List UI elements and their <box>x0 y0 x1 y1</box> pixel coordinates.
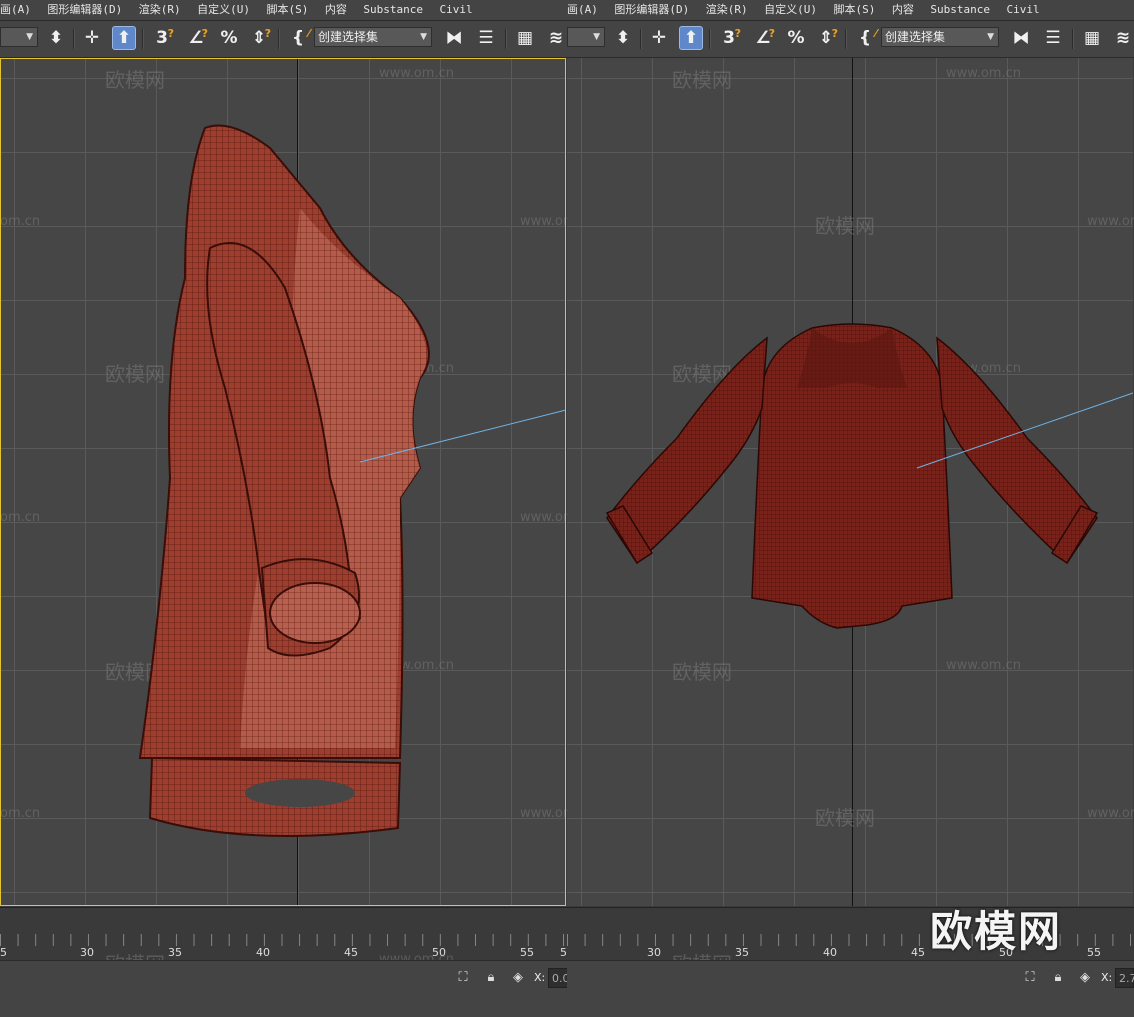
menu-item-rendering[interactable]: 渲染(R) <box>139 0 181 20</box>
select-object-icon[interactable]: ⬆ <box>112 26 136 50</box>
menu-item-substance[interactable]: Substance <box>930 0 990 20</box>
tick-label: 45 <box>344 946 358 959</box>
main-toolbar: ▼ ⬍ ✛ ⬆ 3? ∠? % ⇕? {⁄ 创建选择集 ▼ ⧓ ☰ ▦ ≋ <box>0 21 567 58</box>
named-selection-placeholder: 创建选择集 <box>885 30 946 44</box>
menu-bar: 画(A) 图形编辑器(D) 渲染(R) 自定义(U) 脚本(S) 内容 Subs… <box>567 0 1134 21</box>
menu-item-civil[interactable]: Civil <box>439 0 472 20</box>
menu-item-rendering[interactable]: 渲染(R) <box>706 0 748 20</box>
mirror-icon[interactable]: ⧓ <box>442 26 466 50</box>
viewport-left[interactable]: 欧模网 www.om.cn om.cn www.om.cn 欧模网 www.om… <box>0 58 567 906</box>
absolute-mode-icon[interactable]: ◈ <box>510 970 526 986</box>
menu-item-substance[interactable]: Substance <box>363 0 423 20</box>
snap-3-label: 3 <box>156 28 168 48</box>
menu-item-animation[interactable]: 画(A) <box>567 0 598 20</box>
edit-named-selection-icon[interactable]: {⁄ <box>853 26 877 50</box>
layers-icon[interactable]: ≋ <box>544 26 567 50</box>
menu-item-graph-editors[interactable]: 图形编辑器(D) <box>47 0 122 20</box>
time-ruler[interactable] <box>0 934 567 946</box>
edit-named-selection-icon[interactable]: {⁄ <box>286 26 310 50</box>
select-and-link-icon[interactable]: ⬍ <box>44 26 68 50</box>
menu-item-civil[interactable]: Civil <box>1006 0 1039 20</box>
tick-label: 5 <box>0 946 7 959</box>
menu-item-scripting[interactable]: 脚本(S) <box>267 0 309 20</box>
status-bar: ⛶ 🔒︎ ◈ X: 2.7 <box>567 960 1134 1017</box>
time-slider[interactable]: 5 30 35 40 45 50 55 5 欧模网 www.om.cn <box>0 907 567 976</box>
tick-label: 30 <box>80 946 94 959</box>
select-object-icon[interactable]: ⬆ <box>679 26 703 50</box>
percent-label: % <box>220 28 238 48</box>
snap-toggle-3d-icon[interactable]: 3? <box>717 26 741 50</box>
main-toolbar: ▼ ⬍ ✛ ⬆ 3? ∠? % ⇕? {⁄ 创建选择集 ▼ ⧓ ☰ ▦ ≋ <box>567 21 1134 58</box>
chevron-down-icon: ▼ <box>420 32 427 42</box>
x-coordinate-field[interactable]: 2.7 <box>1115 968 1134 988</box>
layer-explorer-icon[interactable]: ▦ <box>513 26 537 50</box>
menu-item-customize[interactable]: 自定义(U) <box>197 0 250 20</box>
align-icon[interactable]: ☰ <box>1041 26 1065 50</box>
selection-filter-dropdown[interactable]: ▼ <box>0 27 38 47</box>
menu-item-content[interactable]: 内容 <box>892 0 914 20</box>
watermark-logo-large: 欧模网 <box>930 907 1063 956</box>
named-selection-placeholder: 创建选择集 <box>318 30 379 44</box>
spinner-snap-icon[interactable]: ⇕? <box>814 26 838 50</box>
tick-label: 35 <box>168 946 182 959</box>
tick-label: 45 <box>911 946 925 959</box>
tick-label: 40 <box>256 946 270 959</box>
tick-label: 5 <box>560 946 567 959</box>
spinner-snap-icon[interactable]: ⇕? <box>247 26 271 50</box>
x-coordinate-label: X: <box>1101 971 1113 984</box>
snap-3-label: 3 <box>723 28 735 48</box>
status-bar: ⛶ 🔒︎ ◈ X: 0.0 <box>0 960 567 1017</box>
chevron-down-icon: ▼ <box>593 32 600 42</box>
lock-icon[interactable]: 🔒︎ <box>1050 970 1066 986</box>
tick-label: 40 <box>823 946 837 959</box>
x-coordinate-label: X: <box>534 971 546 984</box>
selection-filter-dropdown[interactable]: ▼ <box>567 27 605 47</box>
menu-item-animation[interactable]: 画(A) <box>0 0 31 20</box>
snap-toggle-3d-icon[interactable]: 3? <box>150 26 174 50</box>
lock-icon[interactable]: 🔒︎ <box>483 970 499 986</box>
angle-snap-icon[interactable]: ∠? <box>751 26 775 50</box>
align-icon[interactable]: ☰ <box>474 26 498 50</box>
jacket-front-mesh[interactable] <box>567 58 1133 906</box>
percent-label: % <box>787 28 805 48</box>
named-selection-set-dropdown[interactable]: 创建选择集 ▼ <box>881 27 999 47</box>
tick-label: 55 <box>520 946 534 959</box>
isolate-selection-icon[interactable]: ⛶ <box>1022 970 1038 986</box>
named-selection-set-dropdown[interactable]: 创建选择集 ▼ <box>314 27 432 47</box>
menu-item-content[interactable]: 内容 <box>325 0 347 20</box>
move-icon[interactable]: ✛ <box>80 26 104 50</box>
menu-item-customize[interactable]: 自定义(U) <box>764 0 817 20</box>
jacket-side-mesh[interactable] <box>0 58 566 906</box>
chevron-down-icon: ▼ <box>26 32 33 42</box>
mirror-icon[interactable]: ⧓ <box>1009 26 1033 50</box>
layers-icon[interactable]: ≋ <box>1111 26 1134 50</box>
x-coordinate-field[interactable]: 0.0 <box>548 968 567 988</box>
select-and-link-icon[interactable]: ⬍ <box>611 26 635 50</box>
percent-snap-icon[interactable]: % <box>784 26 808 50</box>
menu-item-graph-editors[interactable]: 图形编辑器(D) <box>614 0 689 20</box>
isolate-selection-icon[interactable]: ⛶ <box>455 970 471 986</box>
angle-snap-icon[interactable]: ∠? <box>184 26 208 50</box>
tick-label: 55 <box>1087 946 1101 959</box>
percent-snap-icon[interactable]: % <box>217 26 241 50</box>
absolute-mode-icon[interactable]: ◈ <box>1077 970 1093 986</box>
tick-label: 35 <box>735 946 749 959</box>
layer-explorer-icon[interactable]: ▦ <box>1080 26 1104 50</box>
move-icon[interactable]: ✛ <box>647 26 671 50</box>
left-instance: 画(A) 图形编辑器(D) 渲染(R) 自定义(U) 脚本(S) 内容 Subs… <box>0 0 567 1017</box>
viewport-right[interactable]: 欧模网 www.om.cn 欧模网 www.om.cn 欧模网 www.om.c… <box>567 58 1134 906</box>
menu-bar: 画(A) 图形编辑器(D) 渲染(R) 自定义(U) 脚本(S) 内容 Subs… <box>0 0 567 21</box>
right-instance: 画(A) 图形编辑器(D) 渲染(R) 自定义(U) 脚本(S) 内容 Subs… <box>567 0 1134 1017</box>
tick-label: 30 <box>647 946 661 959</box>
chevron-down-icon: ▼ <box>987 32 994 42</box>
menu-item-scripting[interactable]: 脚本(S) <box>834 0 876 20</box>
